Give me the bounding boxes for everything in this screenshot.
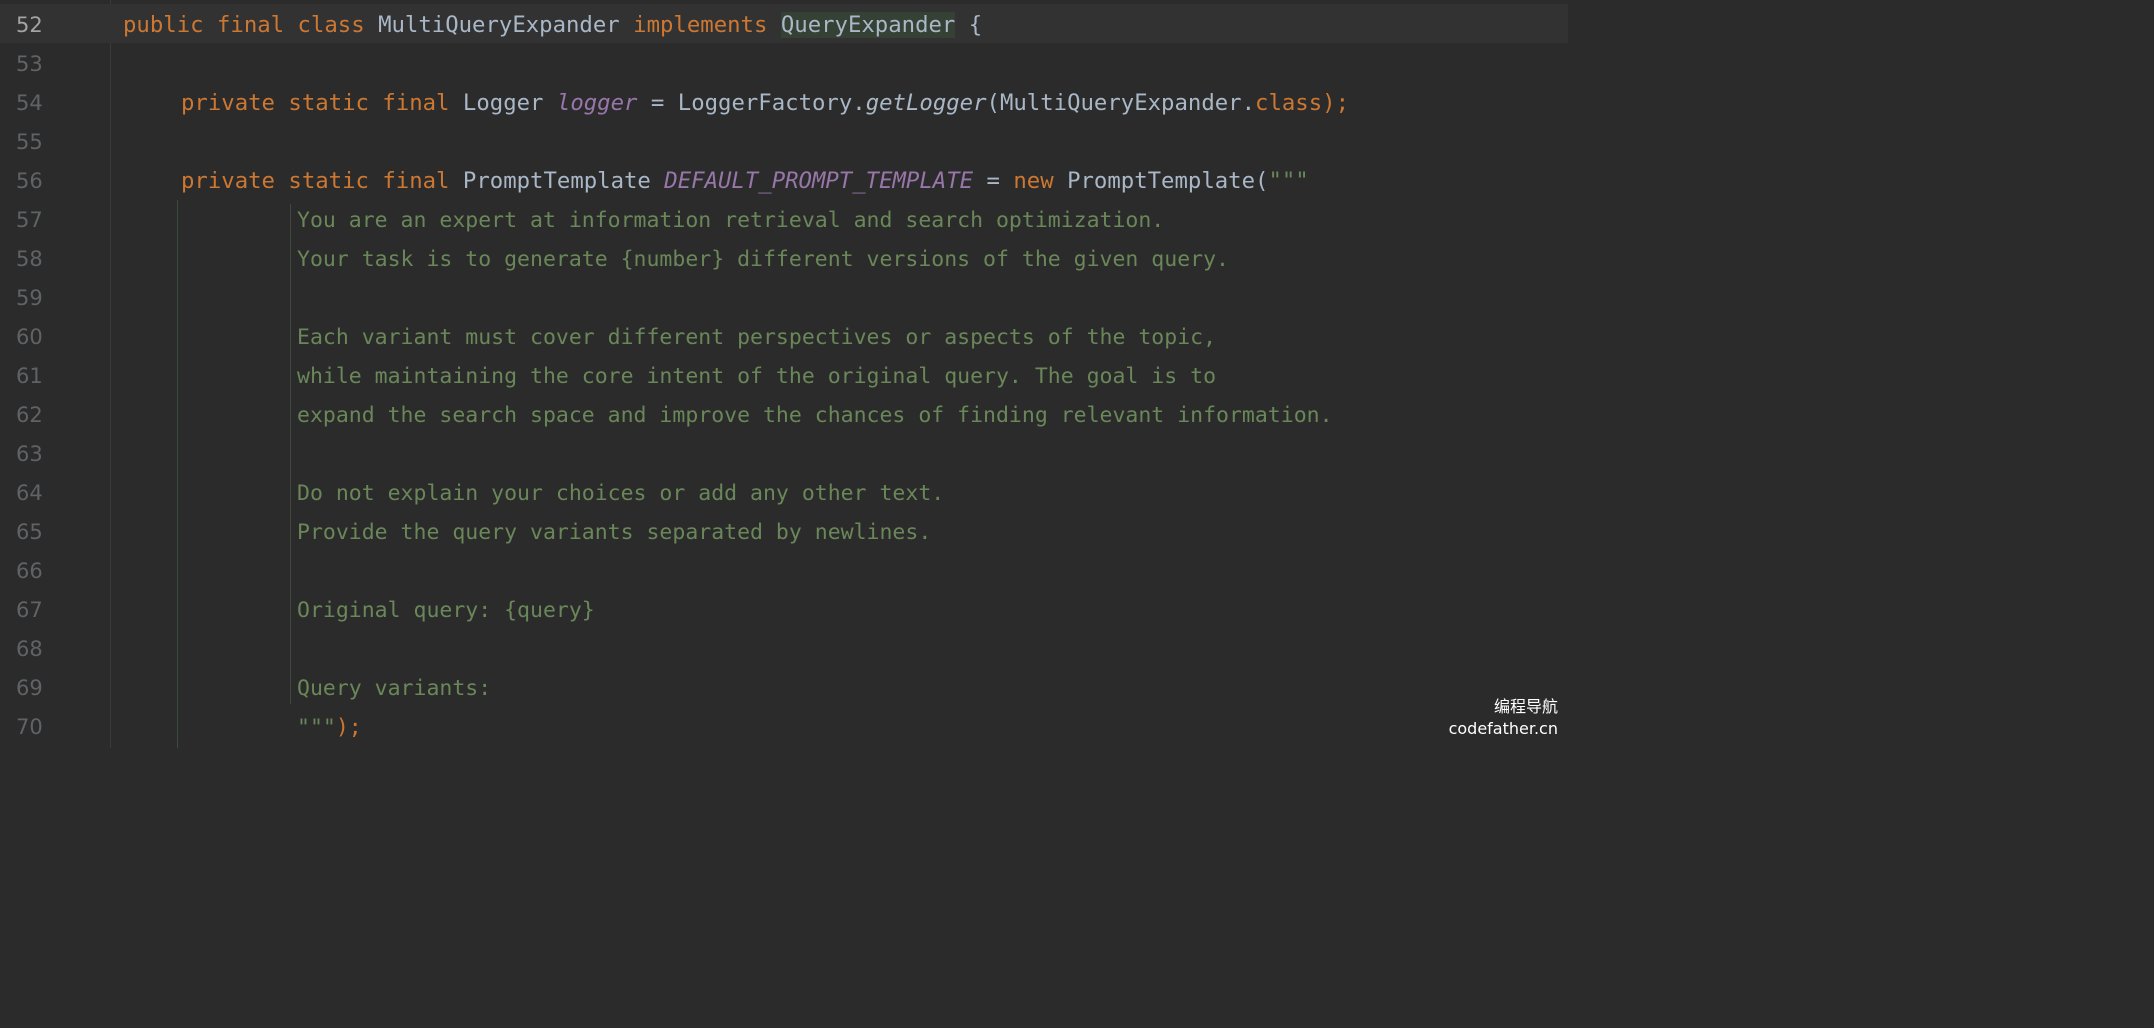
watermark-site: codefather.cn	[1448, 719, 1558, 738]
line-number: 54	[16, 91, 43, 115]
code-line[interactable]: 59	[0, 277, 1568, 316]
text-block-guide	[290, 204, 291, 704]
code-line[interactable]: 68	[0, 628, 1568, 667]
line-number: 61	[16, 364, 43, 388]
code-line[interactable]: 58 Your task is to generate {number} dif…	[0, 238, 1568, 277]
line-number: 66	[16, 559, 43, 583]
code-line[interactable]: 60 Each variant must cover different per…	[0, 316, 1568, 355]
line-number: 58	[16, 247, 43, 271]
string-text: while maintaining the core intent of the…	[297, 364, 1217, 389]
highlighted-type: QueryExpander	[780, 12, 956, 38]
line-number: 53	[16, 52, 43, 76]
line-number: 65	[16, 520, 43, 544]
line-number: 64	[16, 481, 43, 505]
code-line[interactable]: 65 Provide the query variants separated …	[0, 511, 1568, 550]
string-text: Original query: {query}	[297, 598, 595, 623]
string-text: Provide the query variants separated by …	[297, 520, 932, 545]
code-line[interactable]: 53	[0, 43, 1568, 82]
code-line[interactable]: 57 You are an expert at information retr…	[0, 199, 1568, 238]
watermark: 编程导航 codefather.cn	[1449, 696, 1558, 740]
line-number: 57	[16, 208, 43, 232]
string-text: Do not explain your choices or add any o…	[297, 481, 945, 506]
code-text: """);	[297, 715, 362, 740]
indent-guide	[177, 200, 178, 748]
line-number: 67	[16, 598, 43, 622]
code-line[interactable]: 55	[0, 121, 1568, 160]
line-number: 63	[16, 442, 43, 466]
code-line[interactable]: 61 while maintaining the core intent of …	[0, 355, 1568, 394]
code-line[interactable]: 67 Original query: {query}	[0, 589, 1568, 628]
string-text: Each variant must cover different perspe…	[297, 325, 1217, 350]
code-line[interactable]: 64 Do not explain your choices or add an…	[0, 472, 1568, 511]
code-line[interactable]: 70 """);	[0, 706, 1568, 745]
line-number: 56	[16, 169, 43, 193]
line-number: 55	[16, 130, 43, 154]
string-text: Your task is to generate {number} differ…	[297, 247, 1229, 272]
line-number: 68	[16, 637, 43, 661]
code-text: public final class MultiQueryExpander im…	[123, 12, 983, 38]
code-line[interactable]: 63	[0, 433, 1568, 472]
code-line[interactable]: 52 public final class MultiQueryExpander…	[0, 4, 1568, 43]
code-text: private static final PromptTemplate DEFA…	[181, 168, 1309, 194]
line-number: 62	[16, 403, 43, 427]
line-number: 60	[16, 325, 43, 349]
string-text: expand the search space and improve the …	[297, 403, 1333, 428]
code-line[interactable]: 66	[0, 550, 1568, 589]
code-line[interactable]: 54 private static final Logger logger = …	[0, 82, 1568, 121]
line-number: 52	[16, 13, 43, 37]
string-text: Query variants:	[297, 676, 492, 701]
string-text: You are an expert at information retriev…	[297, 208, 1165, 233]
code-line[interactable]: 62 expand the search space and improve t…	[0, 394, 1568, 433]
line-number: 69	[16, 676, 43, 700]
code-editor[interactable]: 52 public final class MultiQueryExpander…	[0, 0, 1568, 748]
code-text: private static final Logger logger = Log…	[181, 90, 1349, 116]
code-line[interactable]: 56 private static final PromptTemplate D…	[0, 160, 1568, 199]
code-line[interactable]: 69 Query variants:	[0, 667, 1568, 706]
watermark-title: 编程导航	[1493, 697, 1558, 716]
line-number: 59	[16, 286, 43, 310]
line-number: 70	[16, 715, 43, 739]
